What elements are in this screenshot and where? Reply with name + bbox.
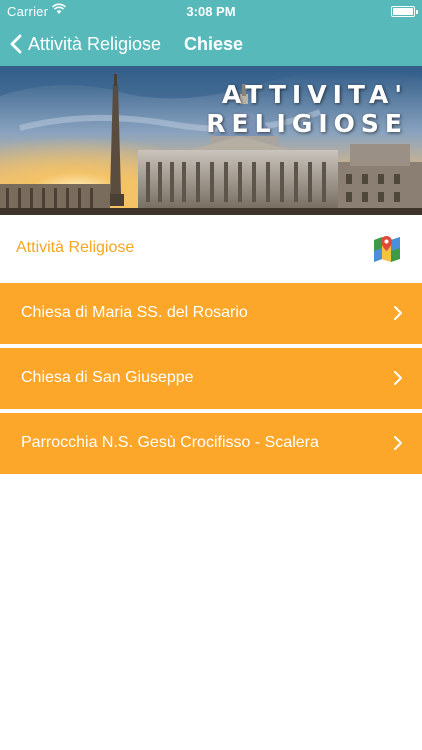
church-list: Chiesa di Maria SS. del Rosario Chiesa d… [0,283,422,478]
page-title: Chiese [184,34,244,54]
navigation-bar: Attività Religiose Chiese [0,22,422,66]
section-header: Attività Religiose [0,215,422,283]
battery-icon [391,6,418,17]
back-button-label: Attività Religiose [28,33,162,54]
list-item[interactable]: Chiesa di Maria SS. del Rosario [0,283,422,344]
header-banner-image: ATTIVITA' RELIGIOSE [0,66,422,215]
list-item[interactable]: Chiesa di San Giuseppe [0,348,422,409]
chevron-right-icon [394,436,402,450]
list-item-label: Chiesa di San Giuseppe [21,369,194,386]
chevron-left-icon [10,34,22,54]
section-title: Attività Religiose [16,239,135,256]
top-bar: Carrier 3:08 PM Attività Religiose Chies… [0,0,422,66]
list-item[interactable]: Parrocchia N.S. Gesù Crocifisso - Scaler… [0,413,422,474]
chevron-right-icon [394,306,402,320]
banner-title: ATTIVITA' RELIGIOSE [206,80,408,138]
banner-title-line1: ATTIVITA' [221,80,408,109]
banner-title-line2: RELIGIOSE [206,109,408,138]
back-button[interactable]: Attività Religiose [10,22,161,66]
chevron-right-icon [394,371,402,385]
list-item-label: Parrocchia N.S. Gesù Crocifisso - Scaler… [21,434,319,451]
status-time: 3:08 PM [186,4,236,19]
status-bar: Carrier 3:08 PM [0,0,422,22]
map-pin-icon[interactable] [372,234,402,264]
list-item-label: Chiesa di Maria SS. del Rosario [21,304,248,321]
